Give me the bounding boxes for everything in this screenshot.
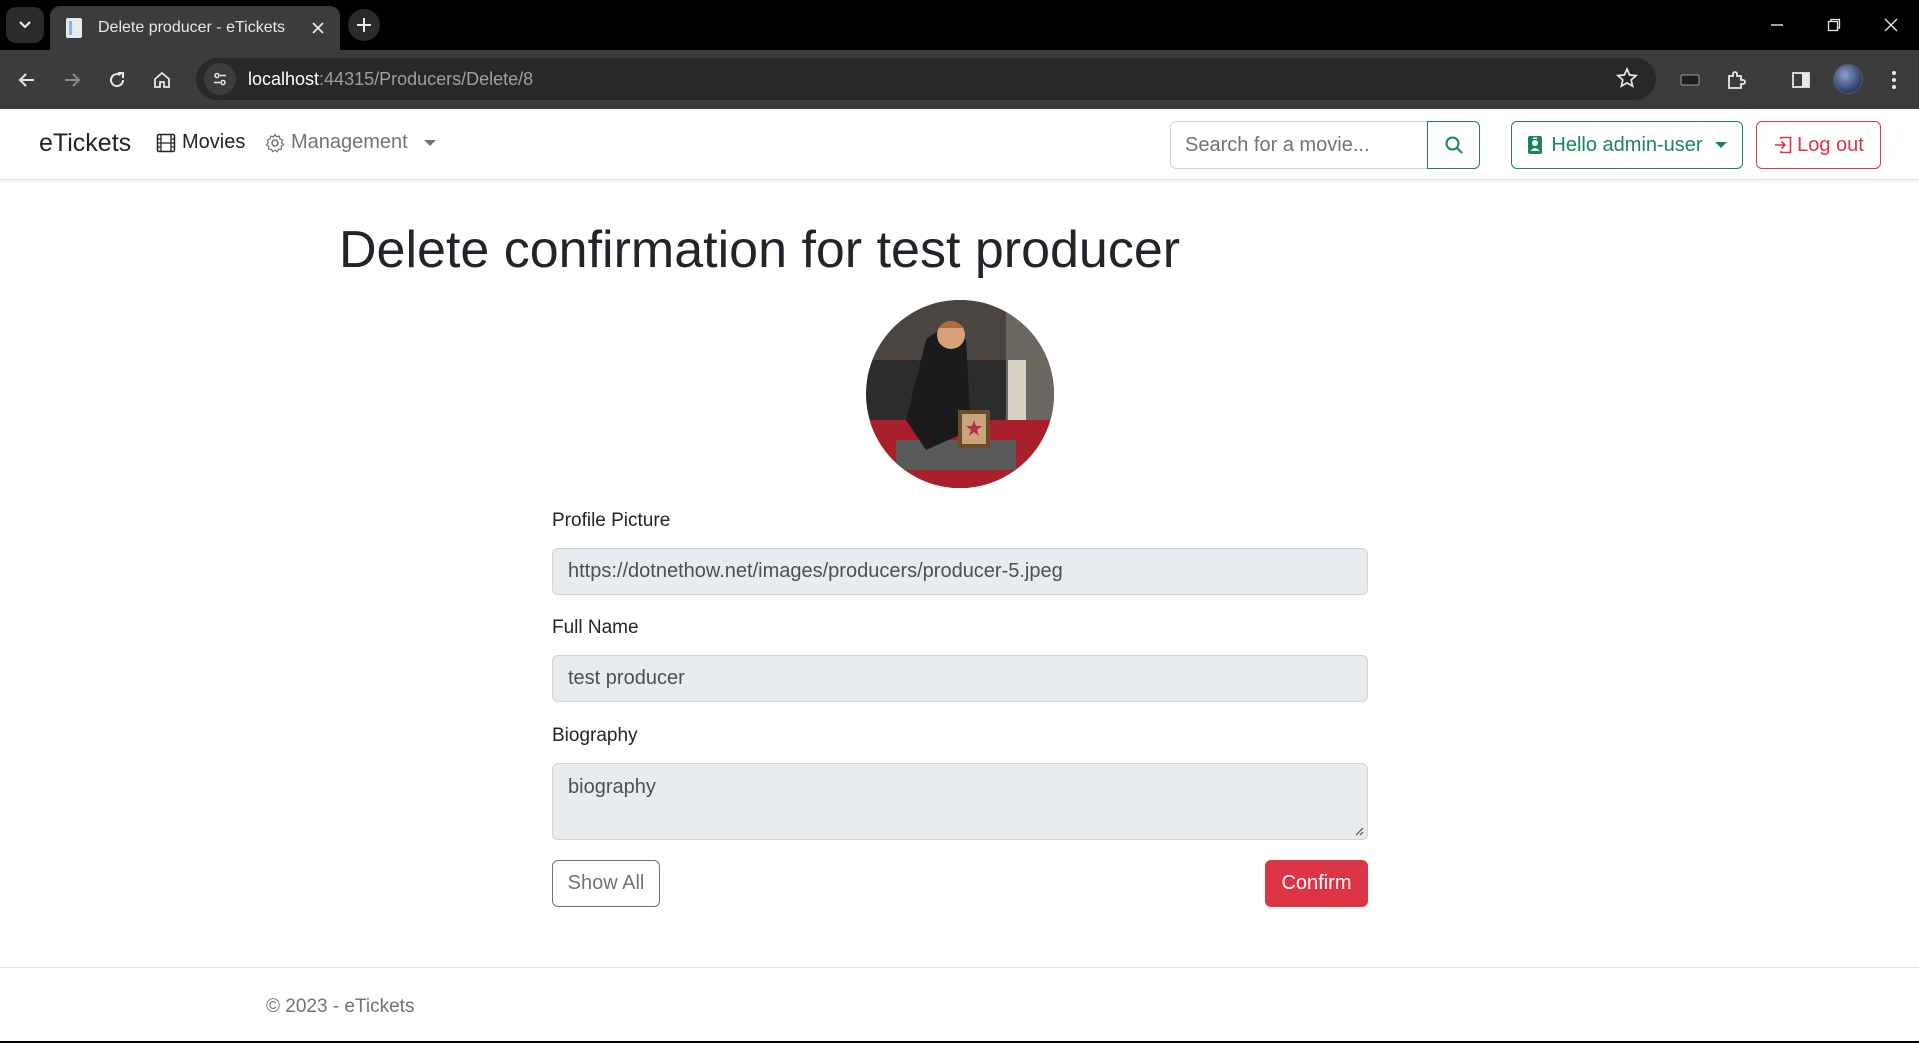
- page-title: Delete confirmation for test producer: [339, 221, 1181, 279]
- arrow-left-icon: [18, 73, 34, 87]
- footer: © 2023 - eTickets: [0, 967, 1919, 1043]
- nav-management-dropdown[interactable]: Management: [265, 131, 436, 154]
- restore-button[interactable]: [1820, 12, 1848, 38]
- url-text: localhost:44315/Producers/Delete/8: [248, 69, 533, 90]
- chevron-down-icon: [19, 21, 31, 29]
- show-all-button[interactable]: Show All: [552, 860, 660, 907]
- site-info-icon[interactable]: [204, 63, 236, 95]
- restore-icon: [1827, 18, 1841, 32]
- close-window-button[interactable]: [1877, 12, 1905, 38]
- plus-icon: [357, 18, 371, 32]
- user-menu-button[interactable]: Hello admin-user: [1511, 121, 1743, 169]
- browser-toolbar: localhost:44315/Producers/Delete/8: [0, 50, 1919, 109]
- profile-picture-label: Profile Picture: [552, 510, 671, 531]
- logout-button[interactable]: Log out: [1756, 121, 1881, 169]
- nav-management-label: Management: [291, 131, 408, 153]
- home-icon: [154, 71, 170, 88]
- url-host: localhost: [248, 68, 320, 89]
- search-icon: [1445, 136, 1463, 154]
- logout-label: Log out: [1797, 133, 1864, 156]
- reload-button[interactable]: [99, 62, 135, 98]
- keyboard-icon[interactable]: [1676, 66, 1704, 94]
- close-icon[interactable]: [308, 18, 328, 38]
- browser-tab-bar: Delete producer - eTickets: [0, 0, 1919, 50]
- resize-handle-icon[interactable]: [1354, 826, 1364, 836]
- brand-link[interactable]: eTickets: [39, 129, 131, 158]
- browser-tab[interactable]: Delete producer - eTickets: [50, 6, 340, 50]
- reload-icon: [110, 72, 125, 88]
- search-input[interactable]: [1170, 121, 1428, 169]
- caret-down-icon: [1714, 142, 1727, 148]
- new-tab-button[interactable]: [348, 9, 380, 41]
- producer-profile-picture: [866, 300, 1054, 488]
- tab-title: Delete producer - eTickets: [98, 19, 286, 36]
- page-icon: [66, 18, 82, 38]
- profile-picture-field[interactable]: https://dotnethow.net/images/producers/p…: [552, 548, 1368, 595]
- tab-search-button[interactable]: [6, 7, 44, 43]
- arrow-right-icon: [65, 73, 81, 87]
- home-button[interactable]: [144, 62, 180, 98]
- profile-avatar[interactable]: [1833, 64, 1863, 94]
- more-options-icon[interactable]: [1880, 66, 1908, 94]
- full-name-value: test producer: [568, 667, 685, 689]
- nav-movies-label: Movies: [182, 131, 246, 153]
- person-badge-icon: [1528, 136, 1543, 154]
- confirm-button[interactable]: Confirm: [1265, 860, 1368, 907]
- film-icon: [156, 133, 176, 152]
- footer-text: © 2023 - eTickets: [266, 996, 415, 1017]
- biography-label: Biography: [552, 725, 638, 746]
- profile-picture-value: https://dotnethow.net/images/producers/p…: [568, 560, 1063, 582]
- biography-value: biography: [568, 776, 656, 798]
- minimize-button[interactable]: [1763, 12, 1791, 38]
- full-name-field[interactable]: test producer: [552, 655, 1368, 702]
- nav-movies-link[interactable]: Movies: [156, 131, 245, 154]
- forward-button[interactable]: [54, 62, 90, 98]
- side-panel-icon[interactable]: [1787, 66, 1815, 94]
- address-bar[interactable]: localhost:44315/Producers/Delete/8: [196, 58, 1656, 100]
- back-button[interactable]: [9, 62, 45, 98]
- search-button[interactable]: [1427, 121, 1480, 169]
- extensions-puzzle-icon[interactable]: [1722, 66, 1750, 94]
- caret-down-icon: [423, 139, 436, 146]
- close-icon: [1884, 18, 1898, 32]
- biography-field[interactable]: biography: [552, 763, 1368, 840]
- full-name-label: Full Name: [552, 617, 639, 638]
- url-path: :44315/Producers/Delete/8: [319, 68, 534, 89]
- box-arrow-in-right-icon: [1775, 136, 1792, 154]
- bookmark-star-icon[interactable]: [1615, 66, 1639, 94]
- gear-icon: [265, 132, 285, 153]
- user-menu-label: Hello admin-user: [1551, 133, 1703, 156]
- app-navbar: eTickets Movies Management Hello admin-u…: [0, 109, 1919, 180]
- minimize-icon: [1771, 24, 1783, 26]
